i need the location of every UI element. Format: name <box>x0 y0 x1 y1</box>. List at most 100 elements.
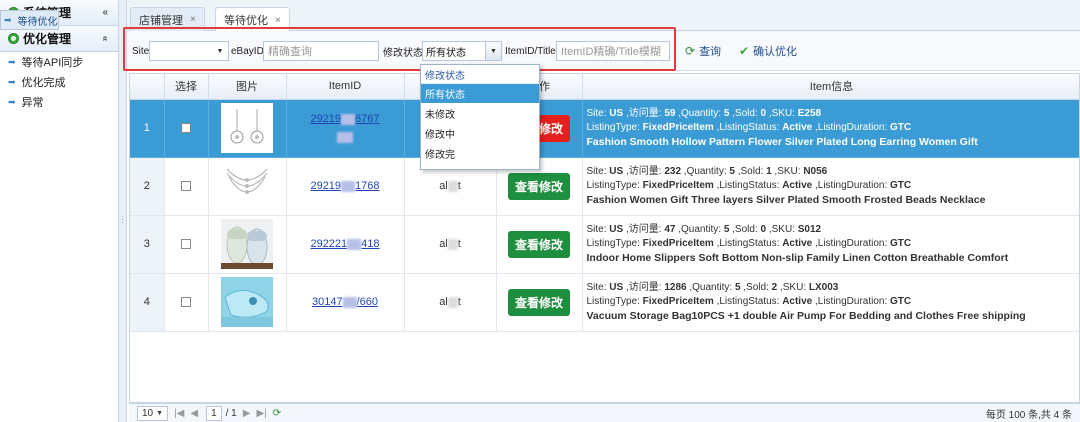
refresh-icon[interactable]: ⟳ <box>273 408 281 419</box>
info-value: US <box>609 282 624 293</box>
sidebar-item-exception[interactable]: ➡ 异常 <box>0 92 118 112</box>
info-label: ,Sold: <box>729 108 761 119</box>
row-checkbox[interactable] <box>181 181 191 192</box>
status-select-value: 所有状态 <box>426 47 466 59</box>
search-toolbar: Site ▼ eBayID 精确查询 修改状态 所有状态 ▼ ItemID/Ti… <box>123 27 1080 71</box>
tab-waiting-optimization[interactable]: 等待优化 × <box>215 7 290 32</box>
page-size-select[interactable]: 10 ▼ <box>137 405 169 421</box>
last-page-icon[interactable]: ▶| <box>256 408 266 419</box>
row-checkbox-cell[interactable] <box>164 215 209 274</box>
info-value: FixedPriceItem <box>642 122 714 133</box>
table-row[interactable]: 3 292221 418 al t 查看修改 Site: US ,访问量: 47… <box>130 215 1079 274</box>
page-number-input[interactable]: 1 <box>206 405 222 421</box>
itemid-link[interactable]: 292221 418 <box>310 238 379 250</box>
col-header-select[interactable]: 选择 <box>164 74 209 100</box>
image-cell <box>208 99 287 158</box>
dropdown-option-modifying[interactable]: 修改中 <box>421 124 539 144</box>
row-checkbox[interactable] <box>181 123 191 134</box>
next-page-icon[interactable]: ▶ <box>243 408 251 419</box>
col-header-itemid[interactable]: ItemID <box>286 74 405 100</box>
itemid-part: 29219 <box>310 180 342 192</box>
grid-header-row: 选择 图片 ItemID 操作 Item信息 <box>130 74 1079 100</box>
info-label: ,ListingStatus: <box>713 296 783 307</box>
sidebar-item-optimization-done[interactable]: ➡ 优化完成 <box>0 72 118 92</box>
arrow-right-icon: ➡ <box>4 14 12 25</box>
itemid-part: 418 <box>361 238 380 250</box>
status-select[interactable]: 所有状态 ▼ <box>422 41 502 61</box>
col-header-image[interactable]: 图片 <box>208 74 287 100</box>
info-label: ,访问量: <box>623 282 665 293</box>
table-row[interactable]: 4 30147/660 al t 查看修改 Site: US ,访问量: 128… <box>130 273 1079 332</box>
col-header-item-info[interactable]: Item信息 <box>582 74 1079 100</box>
item-title: Indoor Home Slippers Soft Bottom Non-sli… <box>586 252 1009 264</box>
itemid-part: 29219 <box>310 113 342 125</box>
info-label: Site: <box>586 166 610 177</box>
info-label: ,SKU: <box>777 282 809 293</box>
necklace-thumbnail <box>221 161 273 211</box>
page-size-value: 10 <box>142 407 154 419</box>
row-checkbox[interactable] <box>181 297 191 308</box>
table-row[interactable]: 2 29219 1768 al t 查看修改 Site: US ,访问量: 23… <box>130 157 1079 216</box>
dropdown-option-unmodified[interactable]: 未修改 <box>421 104 539 124</box>
collapse-icon[interactable]: « <box>100 36 111 42</box>
close-icon[interactable]: × <box>190 14 196 25</box>
sidebar-splitter[interactable]: · · · <box>119 0 127 422</box>
tab-store-management[interactable]: 店铺管理 × <box>130 7 205 31</box>
close-icon[interactable]: × <box>275 15 281 26</box>
page-total: / 1 <box>225 407 237 419</box>
info-label: ,访问量: <box>623 108 665 119</box>
earring-thumbnail <box>221 103 273 153</box>
confirm-optimization-button[interactable]: ✔ 确认优化 <box>739 42 797 60</box>
account-part: t <box>457 296 461 308</box>
itemid-cell[interactable]: 29219 6767 <box>286 99 405 158</box>
redacted-blur <box>447 238 458 250</box>
status-label: 修改状态 <box>383 48 423 59</box>
row-checkbox[interactable] <box>181 239 191 250</box>
collapse-icon[interactable]: « <box>102 7 108 18</box>
refresh-icon: ⟳ <box>685 44 696 58</box>
account-part: al <box>439 238 448 250</box>
first-page-icon[interactable]: |◀ <box>174 408 184 419</box>
itemid-cell[interactable]: 292221 418 <box>286 215 405 274</box>
itemid-title-input[interactable]: ItemID精确/Title模糊 <box>556 41 670 61</box>
row-checkbox-cell[interactable] <box>164 273 209 332</box>
ebayid-label: eBayID <box>231 46 264 57</box>
action-cell: 查看修改 <box>496 215 583 274</box>
sidebar-item-waiting-api-sync[interactable]: ➡ 等待API同步 <box>0 52 118 72</box>
sidebar-item-waiting-optimization[interactable]: ➡ 等待优化 <box>0 10 59 30</box>
itemid-cell[interactable]: 29219 1768 <box>286 157 405 216</box>
tab-label: 等待优化 <box>224 15 268 27</box>
dropdown-arrow-icon: ▼ <box>485 42 501 60</box>
itemid-link[interactable]: 29219 6767 <box>310 113 379 125</box>
row-checkbox-cell[interactable] <box>164 157 209 216</box>
view-edit-button[interactable]: 查看修改 <box>507 230 570 258</box>
itemid-link[interactable]: 30147/660 <box>312 296 378 308</box>
info-label: ,访问量: <box>623 224 665 235</box>
info-label: ,ListingStatus: <box>713 180 783 191</box>
items-grid: 选择 图片 ItemID 操作 Item信息 1 <box>129 73 1080 403</box>
info-value: LX003 <box>808 282 839 293</box>
site-select[interactable]: ▼ <box>149 41 229 61</box>
section-title: 优化管理 <box>23 32 72 46</box>
info-value: FixedPriceItem <box>642 296 714 307</box>
info-value: Active <box>782 122 813 133</box>
view-edit-button[interactable]: 查看修改 <box>507 288 570 316</box>
table-row[interactable]: 1 29219 6767 Site: US ,访问量: 59 ,Quantity… <box>130 99 1079 158</box>
ebayid-input[interactable]: 精确查询 <box>263 41 379 61</box>
row-checkbox-cell[interactable] <box>164 99 209 158</box>
prev-page-icon[interactable]: ◀ <box>190 408 198 419</box>
row-number: 3 <box>130 215 165 274</box>
itemid-cell[interactable]: 30147/660 <box>286 273 405 332</box>
itemid-part: 1768 <box>355 180 380 192</box>
row-number: 1 <box>130 99 165 158</box>
account-part: t <box>457 180 461 192</box>
sidebar-item-label: 等待API同步 <box>21 57 84 69</box>
arrow-right-icon: ➡ <box>8 56 16 67</box>
dropdown-option-all[interactable]: 所有状态 <box>421 84 539 104</box>
dropdown-option-modified[interactable]: 修改完 <box>421 144 539 164</box>
itemid-link[interactable]: 29219 1768 <box>310 180 379 192</box>
query-button[interactable]: ⟳ 查询 <box>685 42 721 60</box>
info-label: ,Quantity: <box>686 282 735 293</box>
view-edit-button[interactable]: 查看修改 <box>507 172 570 200</box>
info-value: US <box>609 108 624 119</box>
